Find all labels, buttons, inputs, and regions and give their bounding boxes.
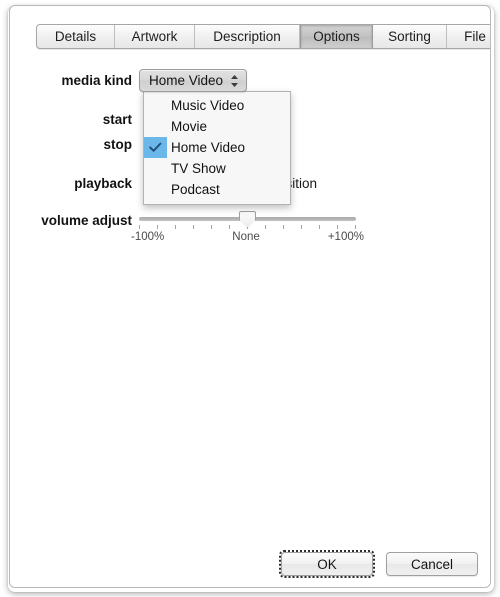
slider-tick: [157, 225, 158, 229]
tab-sorting[interactable]: Sorting: [373, 25, 447, 48]
tab-details[interactable]: Details: [37, 25, 115, 48]
slider-tick: [175, 225, 176, 229]
slider-tick: [319, 225, 320, 229]
menu-item-music-video[interactable]: Music Video: [144, 95, 290, 116]
playback-label: playback: [74, 176, 132, 191]
tab-description[interactable]: Description: [195, 25, 300, 48]
media-kind-select[interactable]: Home Video: [139, 69, 248, 92]
slider-tick: [301, 225, 302, 229]
tab-label: Description: [213, 29, 281, 44]
menu-item-label: Music Video: [171, 98, 245, 113]
slider-tick: [139, 225, 140, 229]
menu-item-label: Home Video: [171, 140, 246, 155]
slider-tick: [265, 225, 266, 229]
slider-mid-label: None: [232, 231, 260, 243]
slider-tick: [337, 225, 338, 229]
menu-item-tv-show[interactable]: TV Show: [144, 158, 290, 179]
track-info-dialog: Details Artwork Description Options Sorting F…: [9, 5, 491, 588]
menu-item-label: TV Show: [171, 161, 226, 176]
tab-file[interactable]: File: [447, 25, 490, 48]
menu-item-home-video[interactable]: Home Video: [144, 137, 290, 158]
media-kind-menu: Music Video Movie Home Video TV Show Podcast: [143, 91, 291, 205]
tab-options[interactable]: Options: [300, 25, 373, 48]
menu-item-podcast[interactable]: Podcast: [144, 179, 290, 200]
tab-label: File: [464, 29, 486, 44]
tab-label: Options: [313, 29, 360, 44]
slider-labels: -100% None +100%: [131, 231, 364, 243]
tab-label: Sorting: [388, 29, 431, 44]
slider-tick: [283, 225, 284, 229]
slider-tick: [193, 225, 194, 229]
slider-max-label: +100%: [327, 231, 364, 243]
volume-adjust-label: volume adjust: [41, 213, 132, 228]
tab-label: Artwork: [131, 29, 178, 44]
menu-item-movie[interactable]: Movie: [144, 116, 290, 137]
slider-tick: [211, 225, 212, 229]
stop-label: stop: [103, 137, 133, 152]
tab-artwork[interactable]: Artwork: [115, 25, 195, 48]
screenshot-root: Details Artwork Description Options Sorting F…: [0, 0, 500, 597]
tab-bar: Details Artwork Description Options Sorting F…: [36, 24, 490, 49]
media-kind-selected-value: Home Video: [149, 73, 224, 88]
volume-adjust-slider[interactable]: -100% None +100%: [131, 209, 364, 243]
media-kind-label: media kind: [61, 73, 132, 88]
tab-label: Details: [54, 29, 97, 44]
slider-tick: [355, 225, 356, 229]
menu-item-label: Podcast: [171, 182, 220, 197]
check-icon: [144, 137, 167, 158]
cancel-button-label: Cancel: [410, 556, 454, 572]
chevron-up-down-icon: [230, 74, 239, 88]
ok-button-label: OK: [317, 556, 337, 572]
cancel-button[interactable]: Cancel: [386, 552, 478, 576]
start-label: start: [102, 112, 132, 127]
slider-min-label: -100%: [131, 231, 165, 243]
ok-button[interactable]: OK: [279, 550, 375, 578]
menu-item-label: Movie: [171, 119, 208, 134]
slider-tick: [229, 225, 230, 229]
